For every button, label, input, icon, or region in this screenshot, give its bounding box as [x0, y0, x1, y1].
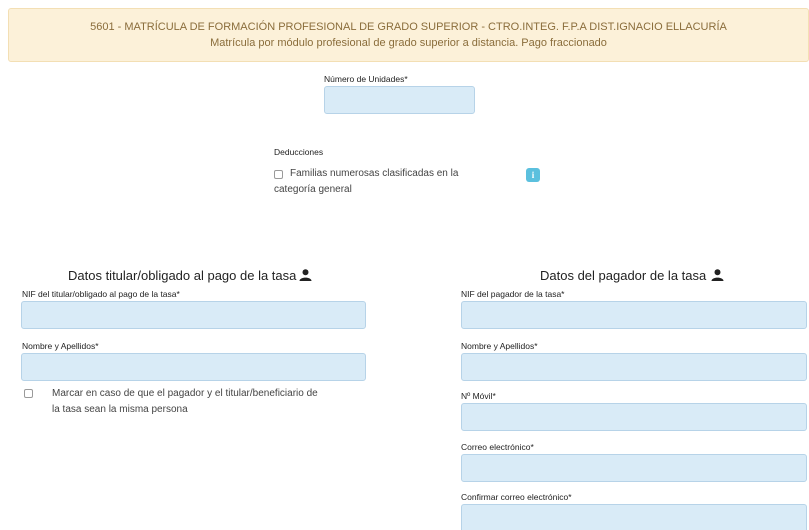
- large-family-checkbox[interactable]: [274, 170, 283, 179]
- deductions-label: Deducciones: [274, 147, 324, 157]
- same-person-checkbox[interactable]: [24, 389, 33, 398]
- holder-section-title: Datos titular/obligado al pago de la tas…: [68, 268, 312, 284]
- payer-mobile-label: Nº Móvil*: [461, 391, 496, 401]
- payer-title-text: Datos del pagador de la tasa: [540, 268, 707, 283]
- payer-email-label: Correo electrónico*: [461, 442, 534, 452]
- holder-nif-label: NIF del titular/obligado al pago de la t…: [22, 289, 180, 299]
- large-family-label-line2: categoría general: [274, 184, 352, 195]
- info-icon[interactable]: i: [526, 168, 540, 182]
- banner-subtitle: Matrícula por módulo profesional de grad…: [210, 37, 607, 49]
- units-input[interactable]: [324, 86, 475, 114]
- holder-name-label: Nombre y Apellidos*: [22, 341, 99, 351]
- units-label: Número de Unidades*: [324, 74, 408, 84]
- enrollment-banner: 5601 - MATRÍCULA DE FORMACIÓN PROFESIONA…: [8, 8, 809, 62]
- large-family-label-line1: Familias numerosas clasificadas en la: [290, 168, 459, 179]
- same-person-label-line2: la tasa sean la misma persona: [52, 404, 188, 415]
- holder-title-text: Datos titular/obligado al pago de la tas…: [68, 268, 297, 283]
- payer-nif-input[interactable]: [461, 301, 807, 329]
- payer-email-input[interactable]: [461, 454, 807, 482]
- holder-nif-input[interactable]: [21, 301, 366, 329]
- person-icon: [299, 269, 312, 284]
- same-person-label-line1: Marcar en caso de que el pagador y el ti…: [52, 388, 318, 399]
- payer-nif-label: NIF del pagador de la tasa*: [461, 289, 565, 299]
- payer-email-confirm-input[interactable]: [461, 504, 807, 530]
- payer-section-title: Datos del pagador de la tasa: [540, 268, 724, 284]
- payer-email-confirm-label: Confirmar correo electrónico*: [461, 492, 572, 502]
- payer-mobile-input[interactable]: [461, 403, 807, 431]
- holder-name-input[interactable]: [21, 353, 366, 381]
- payer-name-input[interactable]: [461, 353, 807, 381]
- payer-name-label: Nombre y Apellidos*: [461, 341, 538, 351]
- person-icon: [711, 269, 724, 284]
- banner-title: 5601 - MATRÍCULA DE FORMACIÓN PROFESIONA…: [90, 21, 727, 33]
